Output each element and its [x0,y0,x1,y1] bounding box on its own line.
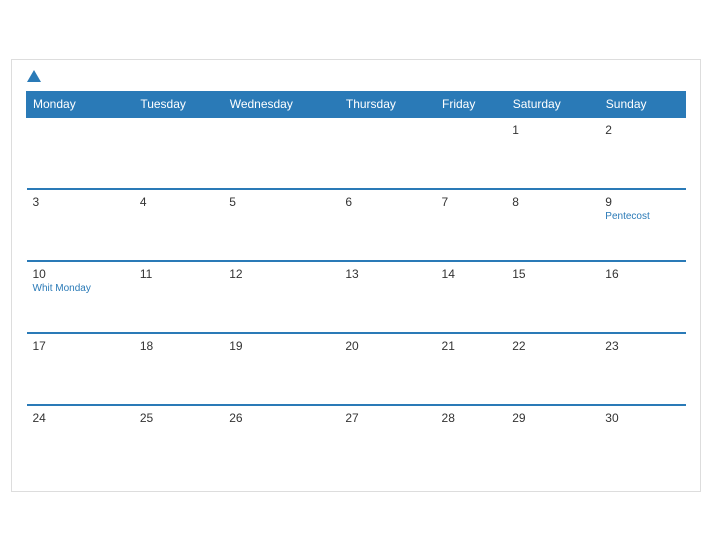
calendar-cell: 21 [436,333,507,405]
day-number: 8 [512,195,593,209]
day-number: 19 [229,339,333,353]
calendar-cell: 20 [339,333,435,405]
calendar-week-row: 10 Whit Monday 11 12 13 14 15 16 [27,261,686,333]
day-number: 5 [229,195,333,209]
calendar-cell: 1 [506,117,599,189]
day-number: 15 [512,267,593,281]
weekday-header-saturday: Saturday [506,91,599,117]
weekday-header-monday: Monday [27,91,134,117]
calendar-cell: 9 Pentecost [599,189,685,261]
calendar-cell: 12 [223,261,339,333]
calendar-cell: 8 [506,189,599,261]
calendar-cell [134,117,223,189]
day-event: Pentecost [605,211,679,222]
calendar-cell: 5 [223,189,339,261]
weekday-header-row: MondayTuesdayWednesdayThursdayFridaySatu… [27,91,686,117]
calendar-cell [339,117,435,189]
calendar-cell: 2 [599,117,685,189]
calendar-cell: 27 [339,405,435,477]
calendar-cell: 24 [27,405,134,477]
calendar-cell: 22 [506,333,599,405]
day-number: 28 [442,411,501,425]
calendar-cell: 18 [134,333,223,405]
day-number: 2 [605,123,679,137]
day-number: 29 [512,411,593,425]
calendar-week-row: 3456789 Pentecost [27,189,686,261]
day-number: 23 [605,339,679,353]
day-number: 30 [605,411,679,425]
calendar-cell: 10 Whit Monday [27,261,134,333]
day-number: 17 [33,339,128,353]
calendar-cell: 6 [339,189,435,261]
calendar-cell: 19 [223,333,339,405]
calendar-table: MondayTuesdayWednesdayThursdayFridaySatu… [26,91,686,477]
calendar-cell: 14 [436,261,507,333]
day-number: 14 [442,267,501,281]
day-number: 7 [442,195,501,209]
day-number: 26 [229,411,333,425]
calendar-cell: 25 [134,405,223,477]
calendar-cell: 7 [436,189,507,261]
day-number: 11 [140,267,217,281]
calendar-header [26,70,686,83]
day-number: 1 [512,123,593,137]
calendar-cell: 15 [506,261,599,333]
calendar-cell: 16 [599,261,685,333]
day-number: 18 [140,339,217,353]
day-number: 6 [345,195,429,209]
calendar-cell [27,117,134,189]
calendar-cell: 4 [134,189,223,261]
weekday-header-sunday: Sunday [599,91,685,117]
weekday-header-tuesday: Tuesday [134,91,223,117]
day-number: 3 [33,195,128,209]
weekday-header-wednesday: Wednesday [223,91,339,117]
calendar-cell [223,117,339,189]
calendar-week-row: 24 25 26 27 28 29 30 [27,405,686,477]
day-number: 16 [605,267,679,281]
weekday-header-friday: Friday [436,91,507,117]
calendar-cell: 29 [506,405,599,477]
day-number: 20 [345,339,429,353]
calendar-cell: 26 [223,405,339,477]
calendar-cell: 23 [599,333,685,405]
day-number: 21 [442,339,501,353]
calendar-container: MondayTuesdayWednesdayThursdayFridaySatu… [11,59,701,492]
logo [26,70,43,83]
day-number: 25 [140,411,217,425]
calendar-cell: 13 [339,261,435,333]
day-event: Whit Monday [33,283,128,294]
calendar-cell: 30 [599,405,685,477]
weekday-header-thursday: Thursday [339,91,435,117]
day-number: 10 [33,267,128,281]
day-number: 22 [512,339,593,353]
calendar-cell: 11 [134,261,223,333]
calendar-cell: 3 [27,189,134,261]
calendar-cell: 17 [27,333,134,405]
day-number: 9 [605,195,679,209]
day-number: 27 [345,411,429,425]
calendar-cell: 28 [436,405,507,477]
logo-triangle-icon [27,70,41,82]
calendar-week-row: 12 [27,117,686,189]
day-number: 13 [345,267,429,281]
calendar-week-row: 17 18 19 20 21 22 23 [27,333,686,405]
calendar-cell [436,117,507,189]
day-number: 4 [140,195,217,209]
day-number: 24 [33,411,128,425]
day-number: 12 [229,267,333,281]
